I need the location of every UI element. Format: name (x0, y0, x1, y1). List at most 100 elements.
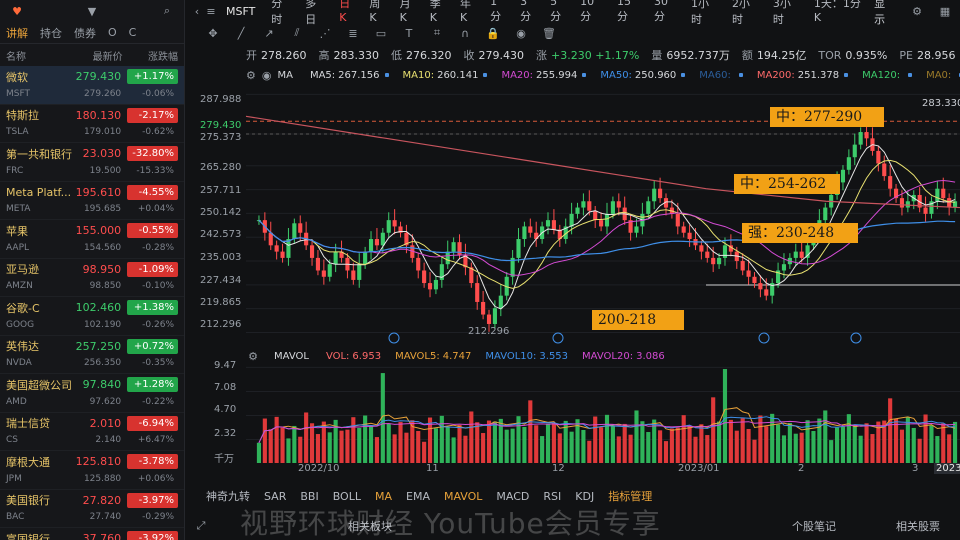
lock-icon[interactable]: 🔒 (486, 26, 500, 40)
indicator-tab[interactable]: KDJ (575, 490, 594, 503)
stock-row[interactable]: 美国超微公司 97.840 +1.28% AMD 97.620 -0.22% (0, 374, 184, 413)
ray-icon[interactable]: ↗ (262, 26, 276, 40)
timeframe-tab[interactable]: 3小时 (767, 0, 808, 27)
timeframe-tab[interactable]: 日K (333, 0, 363, 27)
vol-settings-icon[interactable]: ⚙ (246, 349, 260, 363)
line-icon[interactable]: ╱ (234, 26, 248, 40)
indicator-tab[interactable]: SAR (264, 490, 286, 503)
candle-body (746, 270, 751, 277)
stock-row[interactable]: 摩根大通 125.810 -3.78% JPM 125.880 +0.06% (0, 451, 184, 490)
related-stocks-tab[interactable]: 相关股票 (896, 518, 940, 534)
header-price[interactable]: 最新价 (75, 48, 123, 63)
layout-icon[interactable]: ▦ (938, 4, 952, 18)
timeframe-tab[interactable]: 30分 (648, 0, 685, 27)
timeframe-tab[interactable]: 1天：1分K (808, 0, 874, 27)
timeframe-tab[interactable]: 季K (424, 0, 454, 27)
stock-row[interactable]: 亚马逊 98.950 -1.09% AMZN 98.850 -0.10% (0, 259, 184, 297)
header-change[interactable]: 涨跌幅 (123, 48, 178, 63)
ma-legend-item[interactable]: MA (277, 70, 295, 81)
timeframe-tab[interactable]: 3分 (514, 0, 544, 27)
back-icon[interactable]: ‹ (190, 4, 204, 18)
indicator-tab[interactable]: EMA (406, 490, 430, 503)
ma-legend-item[interactable]: MA0: (926, 70, 960, 81)
stock-row-main: Meta Platf... 195.610 -4.55% (6, 184, 178, 201)
indicator-tab[interactable]: BOLL (333, 490, 361, 503)
watchlist-tab[interactable]: C (129, 26, 137, 39)
volume-bar (475, 422, 480, 463)
stock-row[interactable]: 苹果 155.000 -0.55% AAPL 154.560 -0.28% (0, 220, 184, 259)
timeframe-tab[interactable]: 1小时 (685, 0, 726, 27)
eye-icon[interactable]: ◉ (514, 26, 528, 40)
ma-legend-item[interactable]: MA120: (862, 70, 913, 81)
settings-small-icon[interactable]: ⚙ (246, 68, 256, 82)
ma-legend-item[interactable]: MA60: (699, 70, 743, 81)
stock-row[interactable]: 英伟达 257.250 +0.72% NVDA 256.350 -0.35% (0, 336, 184, 374)
volume-chart[interactable] (186, 366, 960, 463)
stock-row[interactable]: 微软 279.430 +1.17% MSFT 279.260 -0.06% (0, 66, 184, 105)
filter-icon[interactable]: ▼ (85, 4, 99, 18)
watchlist-tab[interactable]: 持仓 (40, 25, 62, 41)
rect-icon[interactable]: ▭ (374, 26, 388, 40)
magnet-icon[interactable]: ∩ (458, 26, 472, 40)
search-icon[interactable]: ⌕ (160, 4, 174, 18)
move-icon[interactable]: ✥ (206, 26, 220, 40)
stock-row[interactable]: 富国银行 37.760 -3.92% (0, 528, 184, 540)
text-icon[interactable]: T (402, 26, 416, 40)
ma-legend-item[interactable]: MA50: 250.960 (600, 69, 686, 81)
stock-prev-price: 97.620 (89, 396, 122, 407)
fib-icon[interactable]: ≣ (346, 26, 360, 40)
display-button[interactable]: 显示 (874, 0, 896, 27)
timeframe-tab[interactable]: 周K (363, 0, 393, 27)
time-axis-label: 3 (912, 463, 919, 474)
timeframe-tab[interactable]: 年K (454, 0, 484, 27)
trash-icon[interactable]: 🗑 (542, 26, 556, 40)
indicator-tab[interactable]: BBI (300, 490, 318, 503)
indicator-tab[interactable]: MACD (496, 490, 529, 503)
stock-row[interactable]: 美国银行 27.820 -3.97% BAC 27.740 -0.29% (0, 490, 184, 528)
stock-row[interactable]: Meta Platf... 195.610 -4.55% META 195.685 +0.… (0, 182, 184, 220)
timeframe-tab[interactable]: 2小时 (726, 0, 767, 27)
timeframe-tab[interactable]: 10分 (574, 0, 611, 27)
heart-icon[interactable]: ♥ (10, 4, 24, 18)
annotation-zone-2[interactable]: 中：254-262 (734, 174, 840, 194)
stock-row[interactable]: 瑞士信贷 2.010 -6.94% CS 2.140 +6.47% (0, 413, 184, 451)
indicator-tab[interactable]: RSI (543, 490, 561, 503)
parallel-icon[interactable]: ⫽ (290, 26, 304, 40)
timeframe-tab[interactable]: 多日 (299, 0, 333, 27)
watchlist-tab[interactable]: 债券 (74, 25, 96, 41)
candle-body (427, 283, 433, 290)
ma-legend-item[interactable]: MA10: 260.141 (403, 70, 488, 81)
annotation-zone-4[interactable]: 200-218 (592, 310, 684, 330)
symbol-label[interactable]: MSFT (226, 5, 255, 18)
ma-legend-item[interactable]: MA200: 251.378 (757, 70, 849, 81)
indicator-tab[interactable]: MA (375, 490, 392, 503)
header-name[interactable]: 名称 (6, 48, 75, 63)
eye-small-icon[interactable]: ◉ (262, 68, 272, 82)
indicator-tab[interactable]: MAVOL (444, 490, 482, 503)
channel-icon[interactable]: ⋰ (318, 26, 332, 40)
stock-row[interactable]: 谷歌-C 102.460 +1.38% GOOG 102.190 -0.26% (0, 297, 184, 336)
ma-label: MA50: (600, 69, 632, 81)
stock-row[interactable]: 特斯拉 180.130 -2.17% TSLA 179.010 -0.62% (0, 105, 184, 143)
watchlist-tab[interactable]: 讲解 (6, 25, 28, 41)
stock-row[interactable]: 第一共和银行 23.030 -32.80% FRC 19.500 -15.33% (0, 143, 184, 182)
watchlist-tab[interactable]: O (108, 26, 117, 39)
quote-value: 278.260 (261, 49, 307, 62)
timeframe-tab[interactable]: 分时 (265, 0, 299, 27)
timeframe-tab[interactable]: 月K (394, 0, 424, 27)
annotation-zone-1[interactable]: 中：277-290 (770, 107, 884, 127)
menu-icon[interactable]: ≡ (204, 4, 218, 18)
ma-legend-item[interactable]: MA5: 267.156 (310, 70, 389, 81)
settings-icon[interactable]: ⚙ (910, 4, 924, 18)
stock-notes-tab[interactable]: 个股笔记 (792, 518, 836, 534)
stock-price: 195.610 (75, 185, 122, 199)
annotation-zone-3[interactable]: 强：230-248 (742, 223, 858, 243)
timeframe-tab[interactable]: 15分 (611, 0, 648, 27)
timeframe-tab[interactable]: 1分 (484, 0, 514, 27)
ma-legend-item[interactable]: MA20: 255.994 (501, 70, 587, 81)
fullscreen-icon[interactable]: ⤢ (194, 519, 208, 533)
timeframe-tab[interactable]: 5分 (544, 0, 574, 27)
candle-body (363, 251, 368, 265)
ruler-icon[interactable]: ⌗ (430, 26, 444, 40)
volume-bar (899, 429, 905, 463)
